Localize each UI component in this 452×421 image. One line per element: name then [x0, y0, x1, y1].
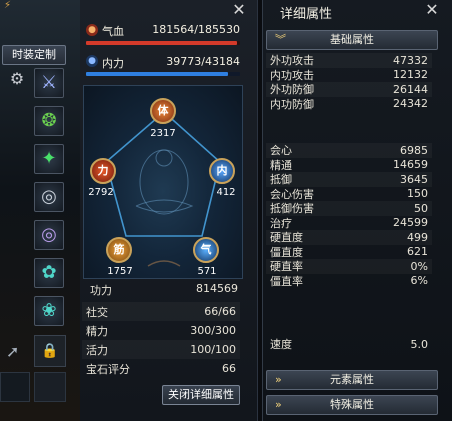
meridian-node-bottom-right[interactable]: 气: [193, 237, 219, 263]
attr-row: 会心 6985: [266, 143, 432, 158]
attr-row: 内功攻击 12132: [270, 68, 428, 82]
meridian-value-top: 2317: [150, 128, 176, 139]
meridian-value-right: 412: [216, 187, 236, 198]
element-attributes-header[interactable]: » 元素属性: [266, 370, 438, 390]
attr-row: 硬直度 499: [266, 230, 432, 245]
stat-row-social: 社交 66/66: [82, 302, 240, 321]
close-icon[interactable]: ✕: [424, 2, 440, 18]
detail-title: 详细属性: [280, 7, 333, 22]
attr-row: 会心伤害 150: [270, 187, 428, 201]
attr-row: 僵直率 6%: [270, 274, 428, 288]
meridian-node-right[interactable]: 内: [209, 158, 235, 184]
power-value: 814569: [196, 282, 238, 295]
hp-icon: ●: [86, 24, 98, 36]
meridian-node-left[interactable]: 力: [90, 158, 116, 184]
fashion-customize-button[interactable]: 时装定制: [2, 45, 66, 65]
collapse-chevron-icon: ︾: [275, 33, 286, 46]
attr-row-speed: 速度 5.0: [270, 337, 428, 352]
equip-slot-bracelet[interactable]: ✿: [34, 258, 64, 288]
hp-bar-fill: [86, 41, 237, 45]
attr-row: 外功攻击 47332: [266, 53, 432, 68]
stat-row-energy: 精力 300/300: [86, 324, 236, 338]
power-label: 功力: [90, 284, 112, 297]
stat-row-vitality: 活力 100/100: [82, 340, 240, 359]
meridian-value-bottom-left: 1757: [107, 266, 133, 277]
meridian-node-top[interactable]: 体: [150, 98, 176, 124]
close-icon[interactable]: ✕: [231, 2, 247, 18]
equip-slot-necklace[interactable]: ❂: [34, 106, 64, 136]
special-attributes-header[interactable]: » 特殊属性: [266, 395, 438, 415]
attr-row: 精通 14659: [270, 158, 428, 172]
stat-row-gem-score: 宝石评分 66: [86, 362, 236, 376]
attr-row: 硬直率 0%: [266, 259, 432, 274]
mp-label: 内力: [102, 57, 124, 70]
expand-chevron-icon: »: [275, 398, 282, 411]
equip-slot-ring-2[interactable]: ◎: [34, 220, 64, 250]
hp-bar: [86, 41, 240, 45]
meridian-node-bottom-left[interactable]: 筋: [106, 237, 132, 263]
lock-icon[interactable]: 🔒: [34, 335, 66, 367]
attr-row: 抵御 3645: [266, 172, 432, 187]
equip-slot-extra-1[interactable]: [0, 372, 30, 402]
close-detail-button[interactable]: 关闭详细属性: [162, 385, 240, 405]
corner-spark-icon: ⚡: [4, 0, 12, 11]
equip-slot-weapon[interactable]: ⚔: [34, 68, 64, 98]
equip-slot-extra-2[interactable]: [34, 372, 66, 402]
stats-list: 社交 66/66 精力 300/300 活力 100/100 宝石评分 66: [82, 302, 240, 378]
base-attributes-header[interactable]: ︾ 基础属性: [266, 30, 438, 50]
gear-icon[interactable]: ⚙: [8, 70, 26, 88]
attr-row: 僵直度 621: [270, 245, 428, 259]
equip-slot-pendant[interactable]: ✦: [34, 144, 64, 174]
mp-value: 39773/43184: [166, 55, 240, 68]
expand-chevron-icon: »: [275, 373, 282, 386]
equip-slot-ring-1[interactable]: ◎: [34, 182, 64, 212]
equip-slot-jade[interactable]: ❀: [34, 296, 64, 326]
attr-row: 治疗 24599: [270, 216, 428, 230]
hp-label: 气血: [102, 25, 124, 38]
meridian-value-left: 2792: [88, 187, 114, 198]
base-attributes-list: 外功攻击 47332 内功攻击 12132 外功防御 26144 内功防御 24342: [266, 53, 432, 111]
mp-bar-fill: [86, 72, 228, 76]
meridian-value-bottom-right: 571: [197, 266, 217, 277]
attr-row: 抵御伤害 50: [266, 201, 432, 216]
hp-value: 181564/185530: [152, 23, 240, 36]
attr-row: 外功防御 26144: [266, 82, 432, 97]
combat-attributes-list: 会心 6985 精通 14659 抵御 3645 会心伤害 150 抵御伤害 50 治疗 2…: [266, 143, 432, 288]
attr-row: 内功防御 24342: [270, 97, 428, 111]
mp-bar: [86, 72, 240, 76]
rotate-arrow-icon[interactable]: ➚: [6, 342, 19, 361]
mp-icon: ●: [86, 55, 98, 67]
